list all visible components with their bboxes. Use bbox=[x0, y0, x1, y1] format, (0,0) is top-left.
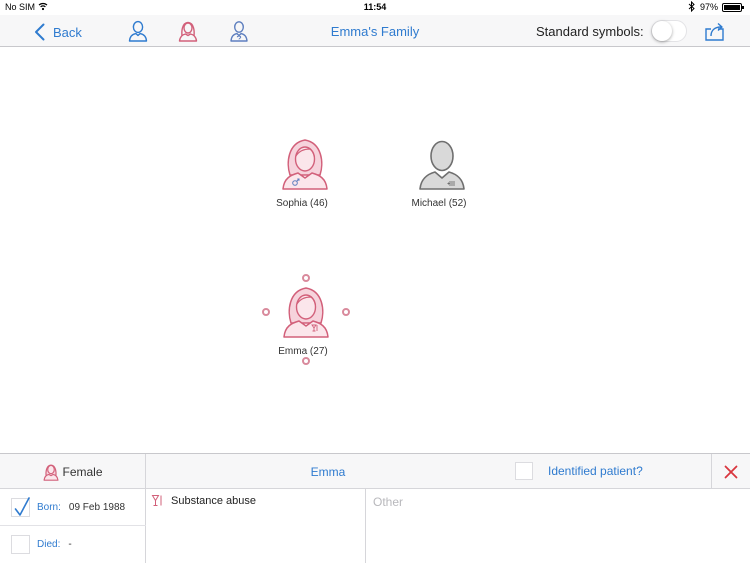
add-unknown-icon[interactable] bbox=[228, 20, 250, 42]
substance-abuse-icon bbox=[151, 495, 162, 506]
toggle-knob bbox=[652, 21, 672, 41]
other-column[interactable]: Other bbox=[366, 489, 750, 563]
female-avatar-icon bbox=[282, 139, 328, 190]
connect-handle-left[interactable] bbox=[262, 308, 270, 316]
add-male-icon[interactable] bbox=[127, 20, 149, 42]
died-label: Died: bbox=[37, 539, 61, 550]
conditions-column: Substance abuse bbox=[146, 489, 366, 563]
family-name-title[interactable]: Emma's Family bbox=[331, 24, 419, 39]
share-icon[interactable] bbox=[703, 20, 727, 42]
add-female-icon[interactable] bbox=[177, 20, 199, 42]
male-avatar-icon bbox=[419, 140, 465, 190]
person-label: Sophia (46) bbox=[276, 198, 328, 209]
connect-handle-right[interactable] bbox=[342, 308, 350, 316]
back-label: Back bbox=[53, 24, 82, 40]
person-label: Emma (27) bbox=[278, 346, 328, 357]
status-bar: No SIM 11:54 97% bbox=[0, 0, 750, 15]
gender-selector[interactable]: Female bbox=[0, 454, 146, 489]
connect-handle-top[interactable] bbox=[302, 274, 310, 282]
battery-icon bbox=[722, 3, 744, 12]
person-node[interactable]: Michael (52) bbox=[411, 137, 467, 209]
pedigree-canvas[interactable]: Sophia (46) Michael (52) Emma (27) bbox=[0, 48, 750, 453]
detail-header: Female Emma Identified patient? bbox=[0, 454, 750, 489]
died-checkbox[interactable] bbox=[11, 535, 30, 554]
bluetooth-icon bbox=[688, 1, 695, 12]
connect-handle-bottom[interactable] bbox=[302, 357, 310, 365]
close-icon bbox=[724, 465, 738, 478]
died-date[interactable]: - bbox=[68, 539, 71, 550]
person-node[interactable]: Sophia (46) bbox=[276, 137, 330, 209]
nav-bar: Back Emma's Family Standard symbols: bbox=[0, 15, 750, 47]
clock: 11:54 bbox=[363, 2, 387, 12]
app-window: No SIM 11:54 97% Back Emma's Family Stan… bbox=[0, 0, 750, 563]
female-icon bbox=[43, 463, 60, 481]
chevron-left-icon bbox=[35, 23, 45, 41]
checkmark-icon bbox=[14, 496, 30, 516]
born-checkbox[interactable] bbox=[11, 496, 30, 517]
identified-patient-checkbox[interactable] bbox=[515, 462, 533, 480]
other-field[interactable]: Other bbox=[373, 495, 403, 509]
person-detail-panel: Female Emma Identified patient? Born: 09… bbox=[0, 453, 750, 563]
female-avatar-icon bbox=[283, 287, 329, 338]
standard-symbols-label: Standard symbols: bbox=[536, 24, 644, 39]
close-button[interactable] bbox=[711, 454, 750, 489]
condition-label: Substance abuse bbox=[171, 495, 257, 507]
patient-name[interactable]: Emma bbox=[146, 465, 510, 479]
person-node[interactable]: Emma (27) bbox=[278, 285, 331, 357]
back-button[interactable]: Back bbox=[34, 22, 82, 42]
born-row[interactable]: Born: 09 Feb 1988 bbox=[0, 489, 146, 526]
died-row[interactable]: Died: - bbox=[0, 526, 146, 563]
condition-item[interactable]: Substance abuse bbox=[151, 494, 256, 508]
born-date[interactable]: 09 Feb 1988 bbox=[69, 502, 125, 513]
battery-percent: 97% bbox=[700, 2, 719, 12]
standard-symbols-toggle[interactable] bbox=[651, 20, 687, 42]
person-label: Michael (52) bbox=[411, 198, 467, 209]
identified-patient-label[interactable]: Identified patient? bbox=[548, 464, 643, 478]
born-label: Born: bbox=[37, 501, 61, 513]
dates-column: Born: 09 Feb 1988 Died: - bbox=[0, 489, 146, 563]
gender-label: Female bbox=[62, 464, 103, 479]
